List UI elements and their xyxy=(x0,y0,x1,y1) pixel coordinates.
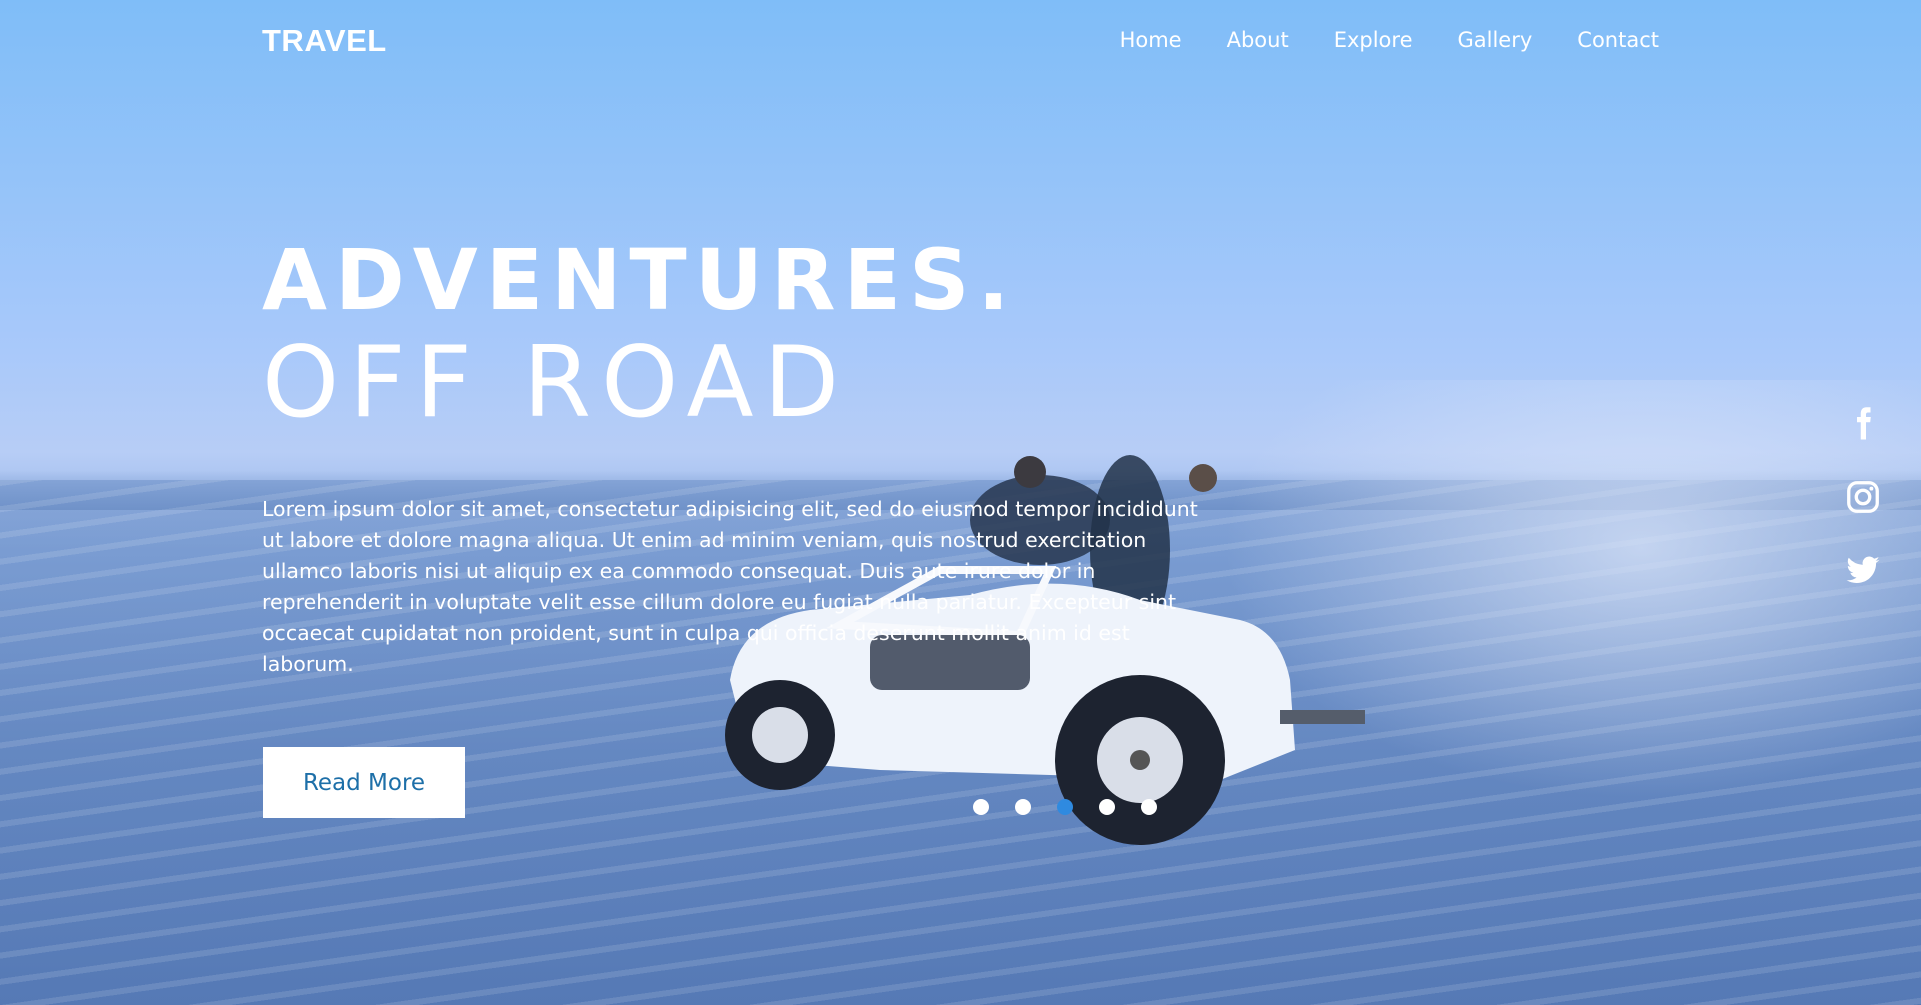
social-links xyxy=(1845,405,1881,589)
site-header: TRAVEL Home About Explore Gallery Contac… xyxy=(0,0,1921,90)
hero-description: Lorem ipsum dolor sit amet, consectetur … xyxy=(262,497,1198,676)
slider-dot-5[interactable] xyxy=(1141,799,1157,815)
logo[interactable]: TRAVEL xyxy=(262,23,387,59)
instagram-icon[interactable] xyxy=(1845,479,1881,515)
slider-dot-2[interactable] xyxy=(1015,799,1031,815)
hero-title-line1: ADVENTURES. xyxy=(262,231,1018,329)
nav-gallery[interactable]: Gallery xyxy=(1458,28,1533,52)
read-more-button[interactable]: Read More xyxy=(263,747,465,818)
nav-home[interactable]: Home xyxy=(1120,28,1182,52)
nav-about[interactable]: About xyxy=(1227,28,1289,52)
hero-title-line2: OFF ROAD xyxy=(262,326,850,440)
slider-dots xyxy=(973,799,1157,815)
slider-dot-4[interactable] xyxy=(1099,799,1115,815)
slider-dot-1[interactable] xyxy=(973,799,989,815)
nav-explore[interactable]: Explore xyxy=(1334,28,1413,52)
main-nav: Home About Explore Gallery Contact xyxy=(1120,28,1659,52)
nav-contact[interactable]: Contact xyxy=(1577,28,1659,52)
facebook-icon[interactable] xyxy=(1845,405,1881,441)
slider-dot-3[interactable] xyxy=(1057,799,1073,815)
twitter-icon[interactable] xyxy=(1845,553,1881,589)
